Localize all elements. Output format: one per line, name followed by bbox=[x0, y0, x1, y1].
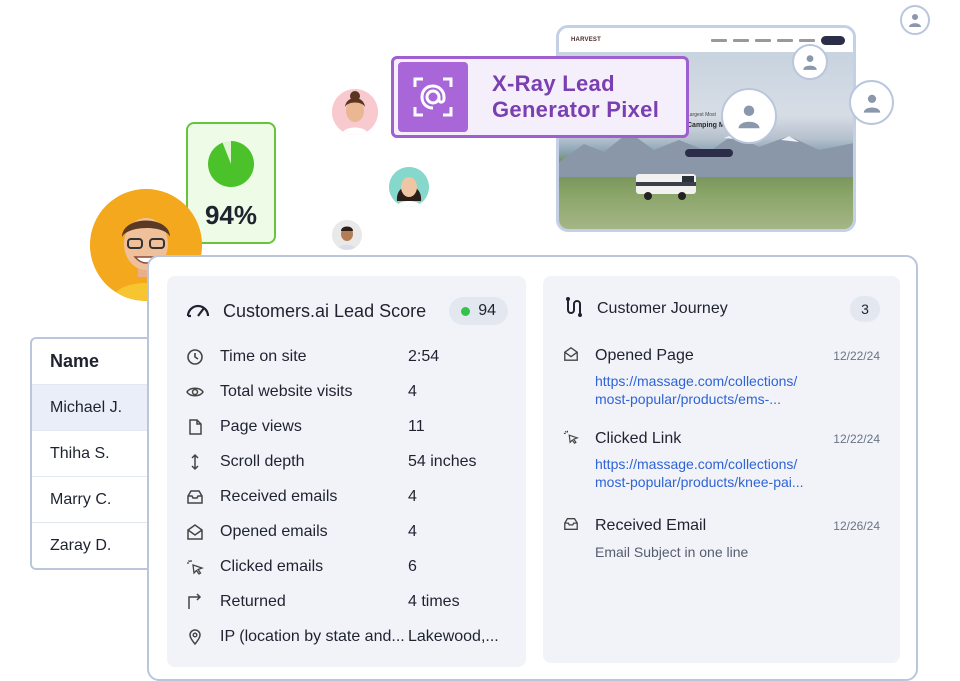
metric-row: Page views 11 bbox=[185, 409, 508, 444]
visitor-avatar-icon bbox=[849, 80, 894, 125]
xray-pixel-badge: X-Ray Lead Generator Pixel bbox=[391, 56, 689, 138]
lead-score-title: Customers.ai Lead Score bbox=[223, 300, 427, 321]
user-avatar-icon[interactable] bbox=[900, 5, 930, 35]
metric-row: Opened emails 4 bbox=[185, 514, 508, 549]
rv-image bbox=[636, 174, 696, 200]
lead-metrics: Time on site 2:54 Total website visits 4… bbox=[185, 339, 508, 654]
journey-event-link[interactable]: https://massage.com/collections/ most-po… bbox=[595, 455, 880, 491]
metric-row: Returned 4 times bbox=[185, 584, 508, 619]
journey-event: Received Email 12/26/24 Email Subject in… bbox=[563, 514, 880, 560]
metric-row: IP (location by state and... Lakewood,..… bbox=[185, 619, 508, 654]
inbox-icon bbox=[185, 487, 205, 507]
visitor-avatar-icon bbox=[721, 88, 777, 144]
visitor-avatar-icon bbox=[792, 44, 828, 80]
route-icon bbox=[563, 296, 583, 323]
metric-row: Scroll depth 54 inches bbox=[185, 444, 508, 479]
name-row[interactable]: Marry C. bbox=[32, 477, 158, 523]
metric-row: Time on site 2:54 bbox=[185, 339, 508, 374]
journey-header: Customer Journey 3 bbox=[563, 294, 880, 324]
journey-title: Customer Journey bbox=[597, 300, 728, 317]
lead-name-list: Name Michael J. Thiha S. Marry C. Zaray … bbox=[30, 337, 160, 570]
clock-icon bbox=[185, 347, 205, 367]
location-icon bbox=[185, 627, 205, 647]
journey-count-badge: 3 bbox=[850, 296, 880, 322]
metric-row: Received emails 4 bbox=[185, 479, 508, 514]
site-logo: HARVEST bbox=[571, 37, 601, 43]
score-percent: 94% bbox=[204, 200, 258, 230]
journey-event: Clicked Link 12/22/24 https://massage.co… bbox=[563, 427, 880, 491]
name-row[interactable]: Michael J. bbox=[32, 385, 158, 431]
click-icon bbox=[185, 557, 205, 577]
customer-journey-panel: Customer Journey 3 Opened Page 12/22/24 … bbox=[543, 276, 900, 663]
open-mail-icon bbox=[185, 522, 205, 542]
name-row[interactable]: Zaray D. bbox=[32, 523, 158, 568]
lead-photo-small bbox=[332, 89, 378, 135]
xray-title: X-Ray Lead Generator Pixel bbox=[492, 71, 660, 122]
page-icon bbox=[185, 417, 205, 437]
gauge-icon bbox=[185, 299, 211, 324]
lead-score-badge: 94 bbox=[449, 297, 508, 325]
open-mail-icon bbox=[563, 346, 579, 367]
return-icon bbox=[185, 592, 205, 612]
journey-event: Opened Page 12/22/24 https://massage.com… bbox=[563, 344, 880, 408]
site-nav-links bbox=[711, 35, 845, 45]
lead-score-header: Customers.ai Lead Score 94 bbox=[185, 296, 508, 326]
site-cta-button[interactable] bbox=[685, 149, 733, 157]
metric-row: Clicked emails 6 bbox=[185, 549, 508, 584]
click-icon bbox=[563, 429, 579, 450]
metric-row: Total website visits 4 bbox=[185, 374, 508, 409]
inbox-icon bbox=[563, 516, 579, 537]
name-row[interactable]: Thiha S. bbox=[32, 431, 158, 477]
name-column-header: Name bbox=[32, 339, 158, 385]
lead-detail-panel: Customers.ai Lead Score 94 Time on site … bbox=[147, 255, 918, 681]
scroll-icon bbox=[185, 452, 205, 472]
lead-photo-small bbox=[389, 167, 429, 207]
score-pie-icon bbox=[208, 141, 255, 187]
at-scan-icon bbox=[398, 62, 468, 132]
eye-icon bbox=[185, 382, 205, 402]
lead-photo-small bbox=[332, 220, 362, 250]
journey-event-subject: Email Subject in one line bbox=[595, 544, 749, 560]
journey-event-link[interactable]: https://massage.com/collections/ most-po… bbox=[595, 372, 880, 408]
status-dot bbox=[461, 306, 471, 316]
score-percent-card: 94% bbox=[186, 122, 276, 244]
lead-score-panel: Customers.ai Lead Score 94 Time on site … bbox=[167, 276, 526, 667]
